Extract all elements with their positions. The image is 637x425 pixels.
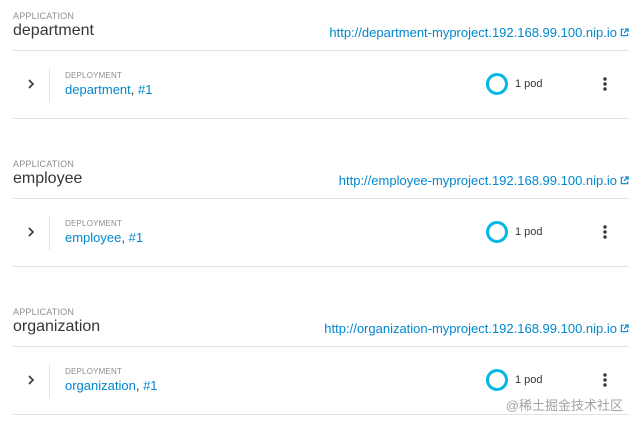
deployment-kicker: DEPLOYMENT [65, 219, 123, 228]
external-link-icon [620, 176, 629, 185]
deployment-separator: , [130, 82, 135, 97]
kebab-menu-icon[interactable] [598, 222, 612, 242]
deployment-link[interactable]: department, #1 [65, 82, 152, 97]
deployment-revision[interactable]: #1 [143, 378, 157, 393]
pod-count: 1 pod [515, 226, 543, 238]
pod-donut-icon[interactable] [485, 368, 509, 392]
deployment-revision[interactable]: #1 [138, 82, 152, 97]
route-url[interactable]: http://department-myproject.192.168.99.1… [329, 25, 617, 40]
deployment-name[interactable]: employee [65, 230, 121, 245]
pod-donut-icon[interactable] [485, 72, 509, 96]
deployment-link[interactable]: employee, #1 [65, 230, 143, 245]
route-url[interactable]: http://organization-myproject.192.168.99… [324, 321, 617, 336]
application-header: APPLICATION department http://department… [13, 8, 629, 51]
deployment-revision[interactable]: #1 [129, 230, 143, 245]
chevron-right-icon[interactable] [24, 76, 38, 92]
deployment-kicker: DEPLOYMENT [65, 367, 123, 376]
external-link-icon [620, 28, 629, 37]
deployment-name[interactable]: department [65, 82, 131, 97]
application-kicker: APPLICATION [13, 307, 75, 317]
deployment-kicker: DEPLOYMENT [65, 71, 123, 80]
application-name: organization [13, 318, 101, 335]
chevron-right-icon[interactable] [24, 372, 38, 388]
route-link[interactable]: http://department-myproject.192.168.99.1… [329, 25, 629, 40]
deployment-link[interactable]: organization, #1 [65, 378, 158, 393]
deployment-row: DEPLOYMENT employee, #1 1 pod [13, 199, 629, 267]
pod-count: 1 pod [515, 374, 543, 386]
application-employee: APPLICATION employee http://employee-myp… [0, 156, 637, 274]
pod-count: 1 pod [515, 78, 543, 90]
external-link-icon [620, 324, 629, 333]
pod-donut-icon[interactable] [485, 220, 509, 244]
watermark: @稀土掘金技术社区 [505, 398, 623, 413]
deployment-name[interactable]: organization [65, 378, 136, 393]
application-name: employee [13, 170, 83, 187]
deployment-row: DEPLOYMENT department, #1 1 pod [13, 51, 629, 119]
application-kicker: APPLICATION [13, 159, 75, 169]
route-link[interactable]: http://organization-myproject.192.168.99… [324, 321, 629, 336]
row-divider [49, 68, 50, 102]
application-kicker: APPLICATION [13, 11, 75, 21]
application-header: APPLICATION employee http://employee-myp… [13, 156, 629, 199]
deployment-separator: , [121, 230, 125, 245]
route-url[interactable]: http://employee-myproject.192.168.99.100… [339, 173, 617, 188]
kebab-menu-icon[interactable] [598, 370, 612, 390]
application-name: department [13, 22, 94, 39]
application-department: APPLICATION department http://department… [0, 8, 637, 126]
row-divider [49, 364, 50, 398]
row-divider [49, 216, 50, 250]
deployment-separator: , [135, 378, 140, 393]
chevron-right-icon[interactable] [24, 224, 38, 240]
route-link[interactable]: http://employee-myproject.192.168.99.100… [339, 173, 629, 188]
kebab-menu-icon[interactable] [598, 74, 612, 94]
application-header: APPLICATION organization http://organiza… [13, 304, 629, 347]
